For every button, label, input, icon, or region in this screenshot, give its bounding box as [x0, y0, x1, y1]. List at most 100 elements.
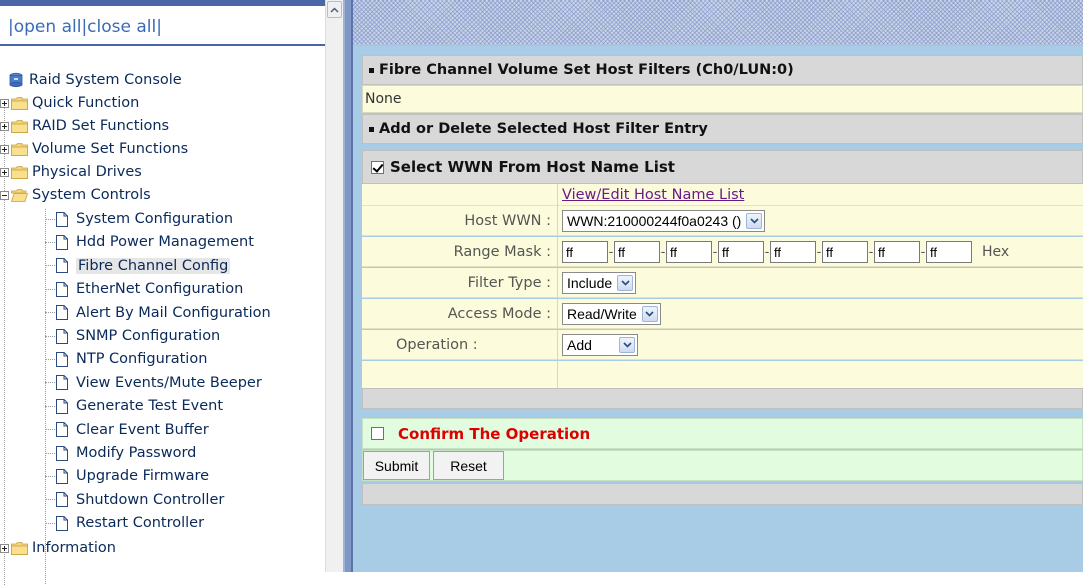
range-mask-input-3[interactable]: ff: [666, 241, 712, 263]
tree-connector: [45, 405, 55, 407]
host-list-link-cell: View/Edit Host Name List: [562, 184, 744, 206]
range-mask-input-7[interactable]: ff: [874, 241, 920, 263]
empty-label-cell: [362, 361, 558, 390]
section-divider: [362, 483, 1083, 505]
content-frame: Fibre Channel Volume Set Host Filters (C…: [353, 0, 1083, 572]
operation-row: Operation : Add: [362, 330, 1083, 360]
confirm-row: Confirm The Operation: [362, 418, 1083, 449]
tree-connector: [45, 452, 55, 454]
expand-plus-icon[interactable]: [0, 167, 9, 177]
access-mode-value: Read/Write: [567, 306, 637, 322]
page-icon: [56, 258, 68, 274]
range-mask-input-5[interactable]: ff: [770, 241, 816, 263]
tree-item-label: System Configuration: [76, 211, 234, 227]
range-mask-input-2[interactable]: ff: [614, 241, 660, 263]
range-mask-input-4[interactable]: ff: [718, 241, 764, 263]
tree-connector: [45, 265, 55, 267]
filter-type-select[interactable]: Include: [562, 272, 637, 294]
expand-plus-icon[interactable]: [0, 98, 9, 108]
collapse-minus-icon[interactable]: [0, 190, 9, 200]
tree-item-shutdown-controller[interactable]: Shutdown Controller: [45, 490, 224, 510]
operation-cell: Add: [562, 330, 638, 360]
scrollbar[interactable]: [325, 0, 343, 572]
page-icon: [56, 305, 68, 321]
chevron-down-icon[interactable]: [619, 337, 635, 353]
confirm-checkbox[interactable]: [371, 427, 384, 440]
tree-item-view-events-mute-beeper[interactable]: View Events/Mute Beeper: [45, 373, 262, 393]
access-mode-label: Access Mode :: [362, 299, 558, 329]
chevron-down-icon[interactable]: [641, 306, 658, 322]
tree-item-upgrade-firmware[interactable]: Upgrade Firmware: [45, 466, 209, 486]
open-folder-icon: [11, 188, 28, 202]
tree-connector: [45, 358, 55, 360]
range-mask-input-1[interactable]: ff: [562, 241, 608, 263]
host-wwn-select[interactable]: WWN:210000244f0a0243 (): [562, 210, 766, 232]
close-all-link[interactable]: close all: [87, 17, 156, 37]
tree-connector: [45, 288, 55, 290]
tree-folder-quick-function[interactable]: Quick Function: [0, 93, 139, 113]
tree-item-snmp-configuration[interactable]: SNMP Configuration: [45, 326, 220, 346]
section-title: Fibre Channel Volume Set Host Filters (C…: [379, 62, 794, 78]
range-mask-cell: ff - ff - ff - ff - ff - ff - ff - ff Hex: [562, 237, 1009, 267]
tree-folder-label: Physical Drives: [32, 164, 142, 180]
tree-folder-information[interactable]: Information: [0, 538, 116, 558]
folder-icon: [11, 96, 28, 110]
tree-item-alert-by-mail-configuration[interactable]: Alert By Mail Configuration: [45, 303, 271, 323]
tree-item-label: Upgrade Firmware: [76, 468, 210, 485]
access-mode-select[interactable]: Read/Write: [562, 303, 661, 325]
tree-item-generate-test-event[interactable]: Generate Test Event: [45, 396, 223, 416]
expand-plus-icon[interactable]: [0, 121, 9, 131]
bullet-icon: [369, 126, 374, 132]
folder-icon: [11, 142, 28, 156]
host-wwn-cell: WWN:210000244f0a0243 (): [562, 206, 766, 236]
tree-folder-label: Information: [32, 540, 116, 556]
tree-folder-physical-drives[interactable]: Physical Drives: [0, 162, 142, 182]
tree-connector: [45, 475, 55, 477]
empty-form-row: [362, 361, 1083, 390]
tree-root[interactable]: Raid System Console: [8, 70, 182, 90]
tree-folder-volume-set-functions[interactable]: Volume Set Functions: [0, 139, 188, 159]
chevron-down-icon[interactable]: [617, 275, 634, 291]
tree-root-label: Raid System Console: [29, 72, 182, 88]
tree-folder-system-controls[interactable]: System Controls: [0, 185, 151, 205]
submit-button[interactable]: Submit: [363, 451, 430, 480]
page-icon: [56, 398, 68, 414]
scroll-up-button[interactable]: [327, 1, 342, 18]
chevron-down-icon[interactable]: [746, 213, 763, 229]
tree-item-modify-password[interactable]: Modify Password: [45, 443, 196, 463]
tree-item-ntp-configuration[interactable]: NTP Configuration: [45, 349, 207, 369]
reset-button[interactable]: Reset: [433, 451, 504, 480]
range-mask-input-6[interactable]: ff: [822, 241, 868, 263]
tree-item-ethernet-configuration[interactable]: EtherNet Configuration: [45, 279, 243, 299]
tree-item-clear-event-buffer[interactable]: Clear Event Buffer: [45, 420, 209, 440]
filters-value-text: None: [365, 91, 402, 107]
folder-icon: [11, 165, 28, 179]
page-icon: [56, 468, 68, 484]
operation-select[interactable]: Add: [562, 334, 638, 356]
open-all-link[interactable]: open all: [14, 17, 82, 37]
expand-plus-icon[interactable]: [0, 543, 9, 553]
frame-splitter[interactable]: [343, 0, 353, 572]
tree-connector: [45, 499, 55, 501]
tree-item-restart-controller[interactable]: Restart Controller: [45, 513, 204, 533]
range-mask-input-8[interactable]: ff: [926, 241, 972, 263]
page-icon: [56, 515, 68, 531]
tree-connector: [45, 241, 55, 243]
tree-folder-raid-set-functions[interactable]: RAID Set Functions: [0, 116, 169, 136]
tree-item-fibre-channel-config[interactable]: Fibre Channel Config: [45, 256, 231, 276]
tree-item-hdd-power-management[interactable]: Hdd Power Management: [45, 232, 254, 252]
tree-item-label: SNMP Configuration: [76, 328, 221, 344]
host-list-link-row: View/Edit Host Name List: [362, 184, 1083, 206]
server-console-icon: [9, 72, 23, 88]
expand-plus-icon[interactable]: [0, 144, 9, 154]
access-mode-row: Access Mode : Read/Write: [362, 299, 1083, 329]
tree-item-system-configuration[interactable]: System Configuration: [45, 209, 233, 229]
divider: [0, 44, 325, 46]
view-edit-host-list-link[interactable]: View/Edit Host Name List: [562, 187, 744, 203]
top-strip: [0, 0, 325, 6]
tree-item-label: EtherNet Configuration: [76, 281, 244, 298]
chevron-up-icon: [330, 6, 339, 13]
section-title: Add or Delete Selected Host Filter Entry: [379, 121, 708, 137]
select-wwn-checkbox[interactable]: [371, 160, 384, 174]
page-icon: [56, 375, 68, 391]
